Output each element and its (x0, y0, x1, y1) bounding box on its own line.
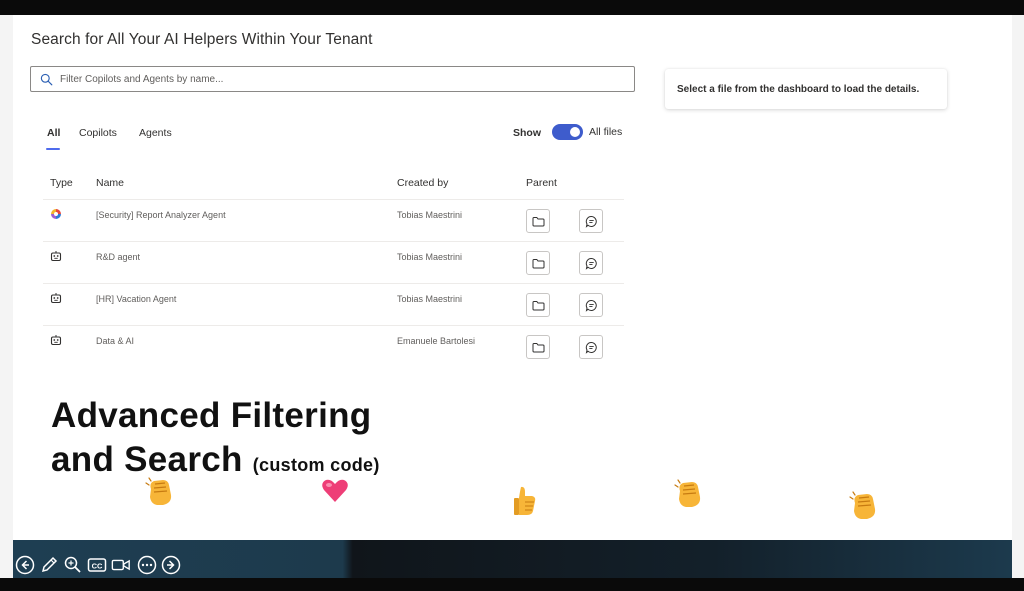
copilot-icon (51, 209, 61, 219)
more-options-button[interactable] (137, 555, 157, 575)
captions-icon: CC (87, 558, 107, 572)
open-chat-button[interactable] (579, 293, 603, 317)
open-folder-button[interactable] (526, 251, 550, 275)
page-title: Search for All Your AI Helpers Within Yo… (31, 31, 373, 48)
agent-name[interactable]: [Security] Report Analyzer Agent (96, 210, 226, 220)
created-by: Tobias Maestrini (397, 294, 463, 304)
open-chat-button[interactable] (579, 335, 603, 359)
open-folder-button[interactable] (526, 209, 550, 233)
table-row[interactable]: [HR] Vacation Agent Tobias Maestrini (43, 284, 624, 326)
video-button[interactable] (111, 555, 131, 575)
tab-active-indicator (46, 148, 60, 150)
clapping-hands-emoji (145, 477, 172, 505)
caption-line-2-text: and Search (51, 440, 243, 479)
caption-line-2: and Search (custom code) (51, 440, 380, 480)
tab-all[interactable]: All (47, 127, 60, 139)
agent-name[interactable]: [HR] Vacation Agent (96, 294, 176, 304)
zoom-icon (64, 556, 81, 573)
column-header-parent: Parent (526, 177, 557, 189)
thumbs-up-emoji (514, 486, 536, 515)
created-by: Tobias Maestrini (397, 210, 463, 220)
search-icon (40, 73, 53, 85)
folder-icon (532, 300, 544, 310)
agent-name[interactable]: Data & AI (96, 336, 134, 346)
bot-icon (50, 335, 62, 346)
bot-icon (50, 293, 62, 304)
table-row[interactable]: [Security] Report Analyzer Agent Tobias … (43, 200, 624, 242)
clapping-hands-emoji (849, 491, 876, 519)
window-bottom-bar (0, 578, 1024, 591)
chat-icon (585, 299, 597, 312)
open-folder-button[interactable] (526, 293, 550, 317)
search-input[interactable] (60, 73, 620, 85)
created-by: Emanuele Bartolesi (397, 336, 476, 346)
table-row[interactable]: Data & AI Emanuele Bartolesi (43, 326, 624, 368)
toggle-label: All files (589, 126, 623, 138)
toggle-knob (570, 127, 580, 137)
folder-icon (532, 216, 544, 226)
created-by: Tobias Maestrini (397, 252, 463, 262)
column-header-name[interactable]: Name (96, 177, 124, 189)
folder-icon (532, 258, 544, 268)
clapping-hands-emoji (674, 479, 701, 507)
open-chat-button[interactable] (579, 251, 603, 275)
open-chat-button[interactable] (579, 209, 603, 233)
column-header-created-by[interactable]: Created by (397, 177, 448, 189)
open-folder-button[interactable] (526, 335, 550, 359)
caption-line-1: Advanced Filtering (51, 396, 372, 435)
folder-icon (532, 342, 544, 352)
slide: Search for All Your AI Helpers Within Yo… (13, 15, 1012, 541)
next-slide-button[interactable] (161, 555, 181, 575)
window-top-bar (0, 0, 1024, 15)
caption-suffix: (custom code) (252, 455, 380, 475)
chat-icon (585, 215, 597, 228)
next-icon (161, 555, 181, 575)
pen-icon (41, 556, 58, 573)
details-card: Select a file from the dashboard to load… (665, 69, 947, 109)
all-files-toggle[interactable] (552, 124, 583, 140)
show-label: Show (513, 127, 541, 139)
bot-icon (50, 251, 62, 262)
agent-name[interactable]: R&D agent (96, 252, 140, 262)
details-message: Select a file from the dashboard to load… (677, 83, 920, 95)
previous-icon (15, 555, 35, 575)
search-box[interactable] (30, 66, 635, 92)
tab-agents[interactable]: Agents (139, 127, 172, 139)
captions-button[interactable]: CC (87, 555, 107, 575)
table-row[interactable]: R&D agent Tobias Maestrini (43, 242, 624, 284)
more-icon (137, 555, 157, 575)
video-icon (111, 559, 130, 571)
pen-tool-button[interactable] (39, 555, 59, 575)
svg-text:CC: CC (92, 562, 103, 571)
chat-icon (585, 257, 597, 270)
chat-icon (585, 341, 597, 354)
heart-emoji (322, 479, 348, 502)
tab-copilots[interactable]: Copilots (79, 127, 117, 139)
column-header-type: Type (50, 177, 73, 189)
previous-slide-button[interactable] (15, 555, 35, 575)
zoom-button[interactable] (63, 555, 83, 575)
